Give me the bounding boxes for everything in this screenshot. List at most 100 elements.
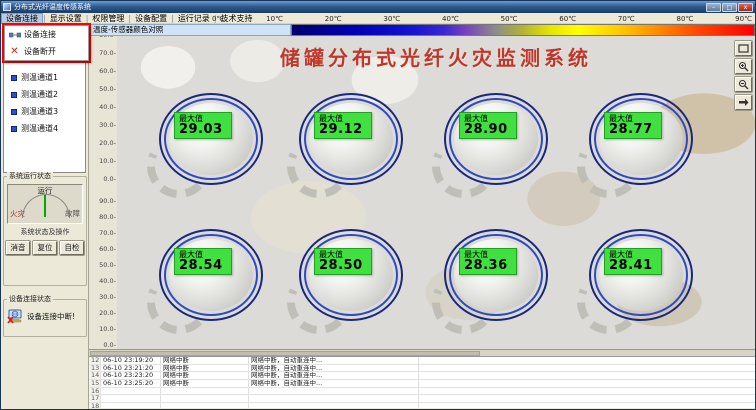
menu-option-2[interactable]: ✕设备断开 (5, 43, 88, 60)
menu-item-5[interactable]: 运行记录 (174, 13, 214, 24)
axis-tick-top: 20.0- (91, 140, 116, 147)
axis-tick-bottom: 60.0- (91, 246, 116, 253)
log-row[interactable]: 17 (89, 395, 755, 403)
log-time: 06-10 23:19:20 (101, 357, 161, 364)
max-value: 28.77 (609, 123, 657, 137)
tank-outer-ring (159, 229, 263, 321)
log-row[interactable]: 1306-10 23:21:20网络中断网络中断，自动重连中... (89, 365, 755, 373)
maximize-button[interactable]: □ (722, 3, 737, 12)
log-detail (249, 403, 419, 408)
temperature-gradient-bar (291, 24, 755, 36)
gauge-label-fault: 故障 (65, 209, 80, 218)
channel-label: 测温通道1 (21, 72, 58, 83)
log-time (101, 403, 161, 408)
system-status-group: 系统运行状态 火灾 运行 故障 系统状态及操作 消音复位自检 (3, 176, 87, 286)
log-row[interactable]: 16 (89, 388, 755, 396)
tank-5[interactable]: 最大值28.54 (159, 229, 263, 321)
max-value: 29.12 (319, 123, 367, 137)
log-detail: 网络中断，自动重连中... (249, 365, 419, 372)
axis-tick-bottom: 20.0- (91, 310, 116, 317)
log-time: 06-10 23:21:20 (101, 365, 161, 372)
log-detail: 网络中断，自动重连中... (249, 380, 419, 387)
tank-1[interactable]: 最大值29.03 (159, 93, 263, 185)
channel-item-1[interactable]: 测温通道1 (4, 69, 85, 86)
log-detail: 网络中断，自动重连中... (249, 357, 419, 364)
scale-tick-label: 80℃ (677, 15, 694, 23)
log-row[interactable]: 18 (89, 403, 755, 408)
channel-item-4[interactable]: 测温通道4 (4, 120, 85, 137)
zoom-in-button[interactable] (735, 59, 752, 74)
axis-tick-bottom: 90.0- (91, 198, 116, 205)
log-empty-cell (419, 372, 755, 379)
disconnect-icon: ✕ (7, 46, 22, 58)
log-detail (249, 395, 419, 402)
max-value-box: 最大值28.36 (459, 248, 517, 275)
log-empty-cell (419, 380, 755, 387)
main-visualization: 80.0-70.0-60.0-50.0-40.0-30.0-20.0-10.0-… (89, 36, 755, 349)
menu-option-label: 设备断开 (24, 46, 56, 57)
axis-tick-bottom: 30.0- (91, 294, 116, 301)
menu-option-label: 设备连接 (24, 29, 56, 40)
max-value: 28.41 (609, 259, 657, 273)
axis-tick-top: 70.0- (91, 50, 116, 57)
channel-item-2[interactable]: 测温通道2 (4, 86, 85, 103)
log-row[interactable]: 1506-10 23:25:20网络中断网络中断，自动重连中... (89, 380, 755, 388)
sys-button-2[interactable]: 复位 (33, 241, 57, 255)
log-event (161, 395, 249, 402)
fit-view-button[interactable] (735, 41, 752, 56)
axis-tick-top: 10.0- (91, 158, 116, 165)
axis-tick-top: 0.0- (91, 176, 116, 183)
window-controls: –□x (705, 3, 753, 12)
scale-tick-label: 60℃ (559, 15, 576, 23)
channel-icon (11, 126, 17, 132)
tank-8[interactable]: 最大值28.41 (589, 229, 693, 321)
color-legend: 温度-传感器颜色对照 (89, 24, 755, 36)
tank-outer-ring (299, 93, 403, 185)
log-empty-cell (419, 388, 755, 395)
tank-inner-ring (594, 98, 688, 180)
tank-inner-ring (164, 98, 258, 180)
tank-7[interactable]: 最大值28.36 (444, 229, 548, 321)
menu-item-4[interactable]: 设备配置 (131, 13, 171, 24)
channel-item-3[interactable]: 测温通道3 (4, 103, 85, 120)
close-button[interactable]: x (738, 3, 753, 12)
log-row-number: 15 (89, 380, 101, 387)
tank-outer-ring (159, 93, 263, 185)
tank-inner-ring (304, 98, 398, 180)
log-row-number: 14 (89, 372, 101, 379)
log-row[interactable]: 1206-10 23:19:20网络中断网络中断，自动重连中... (89, 357, 755, 365)
pan-button[interactable] (735, 95, 752, 110)
log-empty-cell (419, 395, 755, 402)
sys-button-3[interactable]: 自检 (60, 241, 84, 255)
log-event: 网络中断 (161, 357, 249, 364)
menu-option-1[interactable]: 设备连接 (5, 26, 88, 43)
axis-tick-top: 40.0- (91, 104, 116, 111)
tank-2[interactable]: 最大值29.12 (299, 93, 403, 185)
tank-outer-ring (589, 229, 693, 321)
sys-button-1[interactable]: 消音 (6, 241, 30, 255)
menu-item-2[interactable]: 显示设置 (46, 13, 86, 24)
tank-4[interactable]: 最大值28.77 (589, 93, 693, 185)
scale-tick-label: 0℃ (212, 15, 224, 23)
tank-outer-ring (589, 93, 693, 185)
menu-item-3[interactable]: 权限管理 (88, 13, 128, 24)
connection-status-text: 设备连接中断! (27, 311, 75, 322)
max-value-box: 最大值28.50 (314, 248, 372, 275)
network-disconnected-icon (7, 309, 24, 324)
menu-item-1[interactable]: 设备连接 (1, 13, 43, 24)
log-row[interactable]: 1406-10 23:23:20网络中断网络中断，自动重连中... (89, 372, 755, 380)
log-empty-cell (419, 357, 755, 364)
axis-tick-bottom: 80.0- (91, 214, 116, 221)
minimize-button[interactable]: – (706, 3, 721, 12)
horizontal-scrollbar[interactable] (89, 349, 755, 356)
pan-arrow-icon (738, 97, 749, 108)
channel-label: 测温通道3 (21, 106, 58, 117)
tank-6[interactable]: 最大值28.50 (299, 229, 403, 321)
gauge-needle (44, 195, 46, 217)
event-log-table: 1206-10 23:19:20网络中断网络中断，自动重连中...1306-10… (89, 356, 755, 408)
zoom-out-button[interactable] (735, 77, 752, 92)
axis-tick-bottom: 70.0- (91, 230, 116, 237)
tank-3[interactable]: 最大值28.90 (444, 93, 548, 185)
max-value-box: 最大值28.54 (174, 248, 232, 275)
log-time: 06-10 23:23:20 (101, 372, 161, 379)
